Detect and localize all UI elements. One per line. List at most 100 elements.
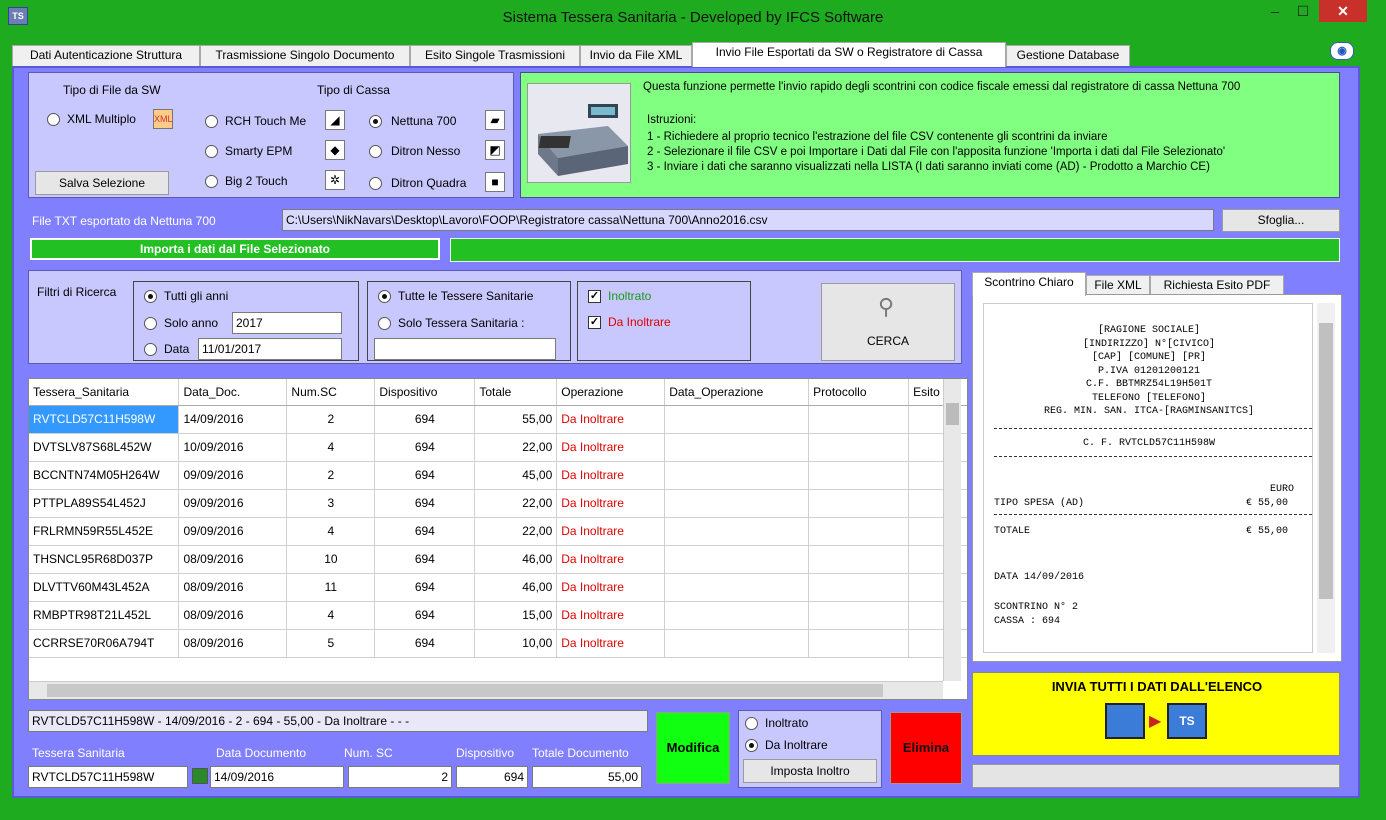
modify-button[interactable]: Modifica bbox=[656, 712, 730, 784]
table-cell[interactable]: Da Inoltrare bbox=[556, 433, 666, 462]
receipt-scrollbar[interactable] bbox=[1317, 303, 1335, 653]
file-path-field[interactable]: C:\Users\NikNavars\Desktop\Lavoro\FOOP\R… bbox=[282, 209, 1214, 231]
all-years-radio[interactable] bbox=[144, 290, 157, 303]
table-row[interactable]: BCCNTN74M05H264W 09/09/2016 2 694 45,00 Da In… bbox=[29, 461, 967, 490]
tab-file-xml[interactable]: File XML bbox=[1086, 275, 1150, 296]
minimize-button[interactable]: – bbox=[1262, 0, 1288, 22]
smarty-radio[interactable] bbox=[205, 145, 218, 158]
table-cell[interactable]: 08/09/2016 bbox=[178, 573, 288, 602]
year-input[interactable]: 2017 bbox=[232, 312, 342, 334]
set-sent-radio[interactable] bbox=[745, 717, 758, 730]
table-cell[interactable]: 694 bbox=[374, 601, 476, 630]
table-cell[interactable]: 46,00 bbox=[474, 545, 558, 574]
table-cell[interactable]: 694 bbox=[374, 405, 476, 434]
table-cell[interactable]: 09/09/2016 bbox=[178, 489, 288, 518]
table-cell[interactable] bbox=[808, 433, 910, 462]
table-cell[interactable] bbox=[664, 573, 810, 602]
ts-field[interactable]: RVTCLD57C11H598W bbox=[28, 766, 188, 788]
table-cell[interactable]: 4 bbox=[286, 433, 376, 462]
tab-richiesta-esito[interactable]: Richiesta Esito PDF bbox=[1150, 275, 1284, 296]
eye-icon[interactable]: ◉ bbox=[1330, 42, 1354, 60]
browse-button[interactable]: Sfoglia... bbox=[1222, 209, 1340, 232]
tab-autenticazione[interactable]: Dati Autenticazione Struttura bbox=[12, 45, 200, 66]
table-cell[interactable]: 22,00 bbox=[474, 517, 558, 546]
sent-checkbox[interactable]: ✓ bbox=[588, 290, 601, 303]
table-cell[interactable]: PTTPLA89S54L452J bbox=[29, 489, 180, 518]
table-cell[interactable]: 2 bbox=[286, 405, 376, 434]
col-tessera[interactable]: Tessera_Sanitaria bbox=[29, 379, 180, 406]
table-cell[interactable]: Da Inoltrare bbox=[556, 517, 666, 546]
table-cell[interactable]: DVTSLV87S68L452W bbox=[29, 433, 180, 462]
date-doc-field[interactable]: 14/09/2016 bbox=[210, 766, 344, 788]
table-cell[interactable] bbox=[664, 545, 810, 574]
table-cell[interactable]: 10 bbox=[286, 545, 376, 574]
vertical-scrollbar[interactable] bbox=[943, 379, 961, 681]
col-data-doc[interactable]: Data_Doc. bbox=[178, 379, 288, 406]
col-protocollo[interactable]: Protocollo bbox=[808, 379, 910, 406]
table-cell[interactable]: 09/09/2016 bbox=[178, 461, 288, 490]
tab-scontrino-chiaro[interactable]: Scontrino Chiaro bbox=[972, 272, 1086, 296]
table-cell[interactable]: 5 bbox=[286, 629, 376, 658]
table-cell[interactable] bbox=[664, 601, 810, 630]
table-cell[interactable]: 14/09/2016 bbox=[178, 405, 288, 434]
table-cell[interactable]: Da Inoltrare bbox=[556, 629, 666, 658]
tab-invio-file-esportati[interactable]: Invio File Esportati da SW o Registrator… bbox=[692, 42, 1006, 67]
table-cell[interactable]: 55,00 bbox=[474, 405, 558, 434]
ditron-quadra-radio[interactable] bbox=[369, 177, 382, 190]
totale-field[interactable]: 55,00 bbox=[532, 766, 642, 788]
single-year-radio[interactable] bbox=[144, 317, 157, 330]
rch-touch-radio[interactable] bbox=[205, 115, 218, 128]
calendar-icon[interactable] bbox=[192, 768, 208, 784]
table-cell[interactable]: 09/09/2016 bbox=[178, 517, 288, 546]
table-cell[interactable]: Da Inoltrare bbox=[556, 545, 666, 574]
table-cell[interactable]: 694 bbox=[374, 461, 476, 490]
table-cell[interactable] bbox=[808, 573, 910, 602]
col-operazione[interactable]: Operazione bbox=[556, 379, 666, 406]
big2-radio[interactable] bbox=[205, 175, 218, 188]
table-cell[interactable]: 08/09/2016 bbox=[178, 545, 288, 574]
table-cell[interactable]: 694 bbox=[374, 517, 476, 546]
table-cell[interactable] bbox=[664, 461, 810, 490]
table-cell[interactable]: 45,00 bbox=[474, 461, 558, 490]
table-cell[interactable] bbox=[808, 461, 910, 490]
table-cell[interactable] bbox=[664, 629, 810, 658]
table-cell[interactable] bbox=[808, 517, 910, 546]
col-dispositivo[interactable]: Dispositivo bbox=[374, 379, 476, 406]
table-cell[interactable] bbox=[664, 489, 810, 518]
table-row[interactable]: RVTCLD57C11H598W 14/09/2016 2 694 55,00 Da In… bbox=[29, 405, 967, 434]
table-cell[interactable]: Da Inoltrare bbox=[556, 489, 666, 518]
table-cell[interactable]: 22,00 bbox=[474, 489, 558, 518]
table-cell[interactable]: RMBPTR98T21L452L bbox=[29, 601, 180, 630]
table-cell[interactable]: 4 bbox=[286, 601, 376, 630]
tab-trasmissione-singolo[interactable]: Trasmissione Singolo Documento bbox=[200, 45, 410, 66]
table-cell[interactable]: 46,00 bbox=[474, 573, 558, 602]
close-button[interactable]: ✕ bbox=[1319, 0, 1367, 22]
col-data-operazione[interactable]: Data_Operazione bbox=[664, 379, 810, 406]
table-row[interactable]: PTTPLA89S54L452J 09/09/2016 3 694 22,00 Da In… bbox=[29, 489, 967, 518]
data-grid[interactable]: Tessera_Sanitaria Data_Doc. Num.SC Dispo… bbox=[28, 378, 968, 700]
import-button[interactable]: Importa i dati dal File Selezionato bbox=[30, 238, 440, 260]
table-cell[interactable] bbox=[808, 405, 910, 434]
table-cell[interactable] bbox=[664, 405, 810, 434]
ditron-nesso-radio[interactable] bbox=[369, 145, 382, 158]
table-cell[interactable] bbox=[808, 545, 910, 574]
table-cell[interactable] bbox=[664, 433, 810, 462]
send-all-button[interactable]: INVIA TUTTI I DATI DALL'ELENCO ▶ TS bbox=[972, 672, 1340, 756]
table-row[interactable]: DVTSLV87S68L452W 10/09/2016 4 694 22,00 Da In… bbox=[29, 433, 967, 462]
xml-multiplo-radio[interactable] bbox=[47, 113, 60, 126]
table-cell[interactable]: 3 bbox=[286, 489, 376, 518]
dispositivo-field[interactable]: 694 bbox=[456, 766, 528, 788]
table-cell[interactable]: Da Inoltrare bbox=[556, 405, 666, 434]
horizontal-scrollbar[interactable] bbox=[29, 681, 943, 699]
table-cell[interactable]: FRLRMN59R55L452E bbox=[29, 517, 180, 546]
table-cell[interactable]: 2 bbox=[286, 461, 376, 490]
table-cell[interactable]: 10,00 bbox=[474, 629, 558, 658]
delete-button[interactable]: Elimina bbox=[890, 712, 962, 784]
save-selection-button[interactable]: Salva Selezione bbox=[35, 171, 169, 195]
col-num-sc[interactable]: Num.SC bbox=[286, 379, 376, 406]
table-row[interactable]: CCRRSE70R06A794T 08/09/2016 5 694 10,00 Da In… bbox=[29, 629, 967, 658]
table-row[interactable]: FRLRMN59R55L452E 09/09/2016 4 694 22,00 Da In… bbox=[29, 517, 967, 546]
table-cell[interactable] bbox=[808, 489, 910, 518]
table-cell[interactable]: 11 bbox=[286, 573, 376, 602]
ts-input[interactable] bbox=[374, 338, 556, 360]
